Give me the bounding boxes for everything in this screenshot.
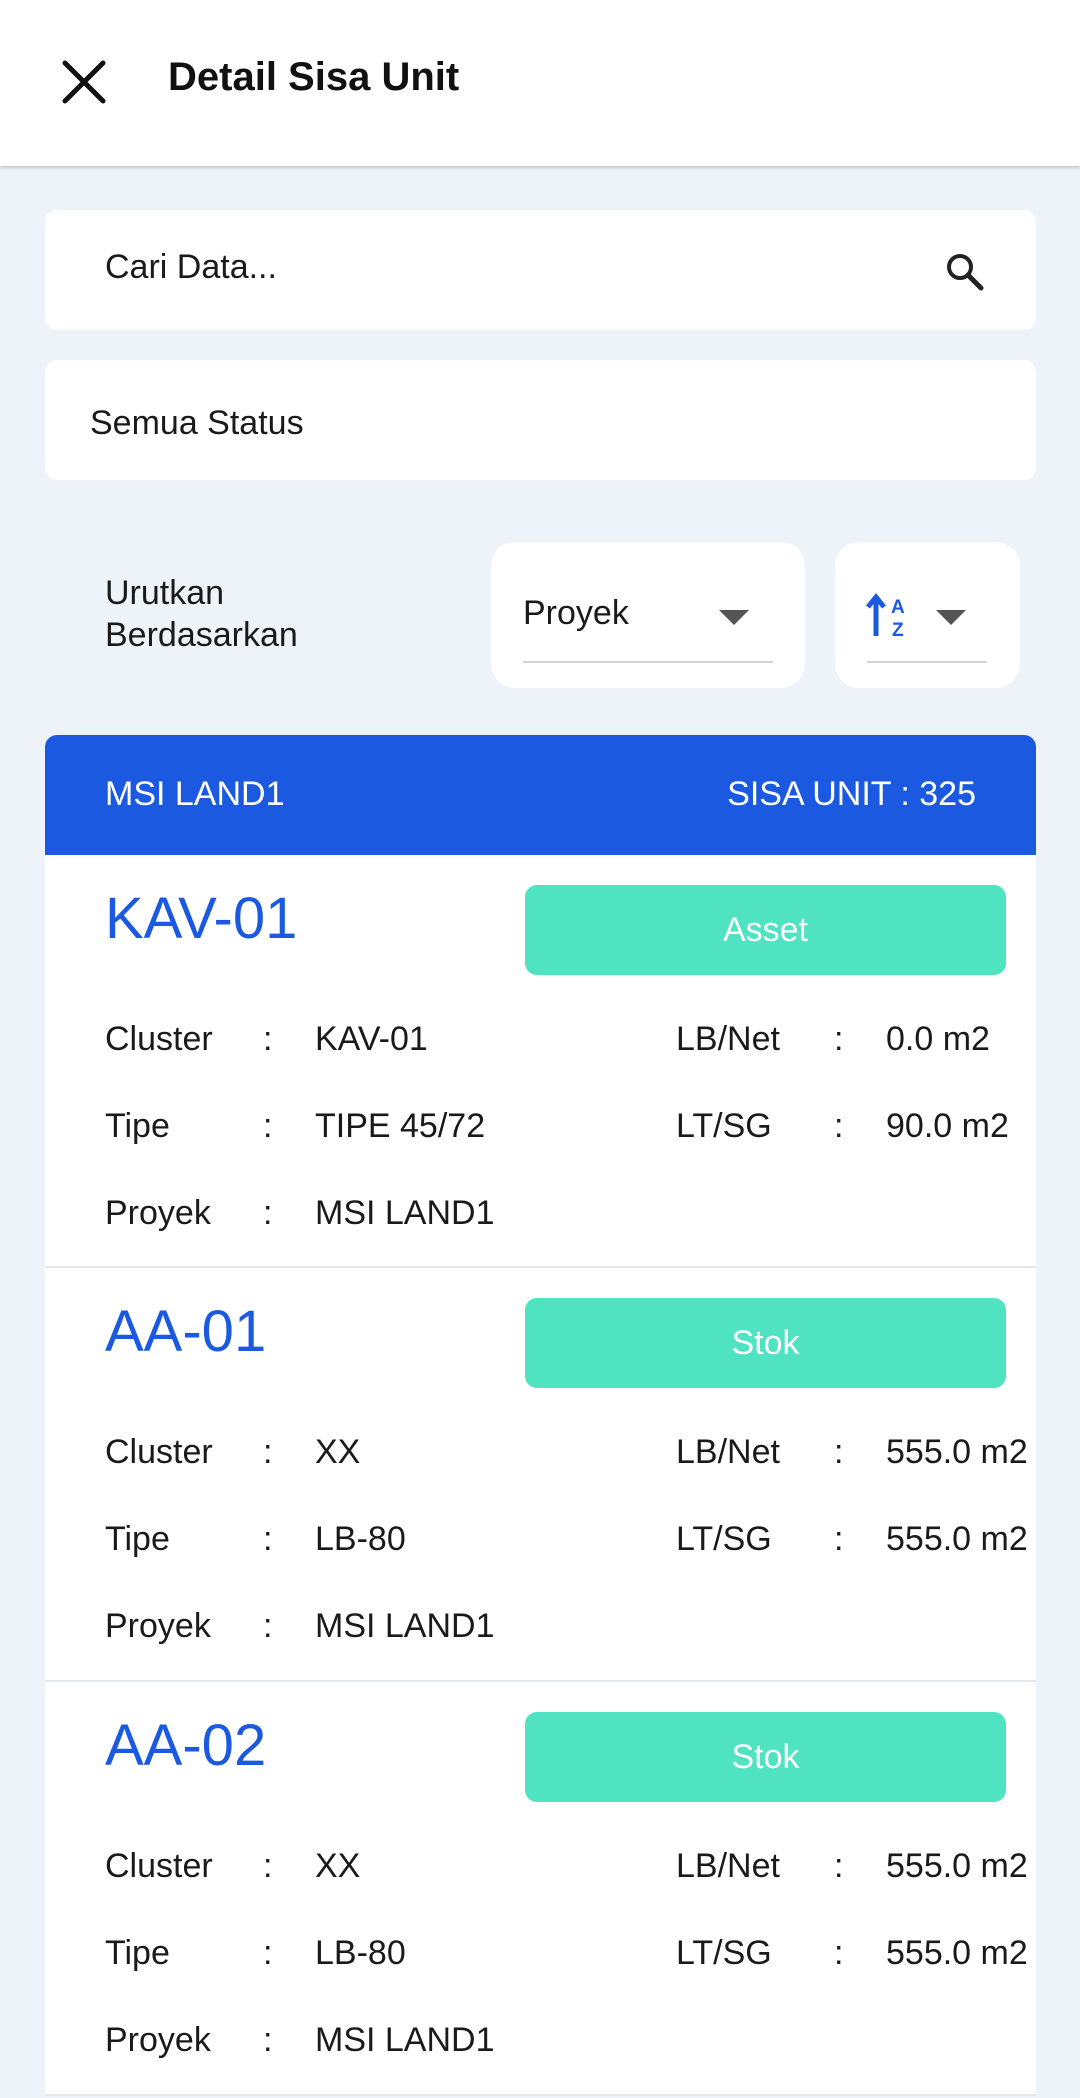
sort-order-dropdown[interactable]: A Z [835,542,1020,688]
cluster-label: Cluster [105,1020,213,1058]
cluster-value: XX [315,1433,361,1471]
sort-label-line1: Urutkan [105,574,225,612]
lb-net-value: 555.0 m2 [886,1847,1028,1885]
lb-net-value: 555.0 m2 [886,1433,1028,1471]
colon: : [834,1020,844,1058]
colon: : [834,1847,844,1885]
unit-code: AA-02 [105,1713,267,1778]
unit-code: KAV-01 [105,886,298,951]
chevron-down-icon [719,610,749,625]
tipe-label: Tipe [105,1934,170,1972]
sort-field-value: Proyek [523,594,629,632]
cluster-value: KAV-01 [315,1020,428,1058]
unit-card[interactable]: AA-01 Stok Cluster : XX LB/Net : 555.0 m… [45,1268,1036,1680]
svg-text:Z: Z [892,620,904,640]
lt-sg-label: LT/SG [676,1107,772,1145]
lt-sg-label: LT/SG [676,1934,772,1972]
colon: : [834,1433,844,1471]
search-placeholder: Cari Data... [105,248,277,286]
project-name: MSI LAND1 [105,775,285,813]
unit-status-badge[interactable]: Stok [525,1298,1006,1388]
unit-code: AA-01 [105,1299,267,1364]
cluster-value: XX [315,1847,361,1885]
status-filter[interactable]: Semua Status [45,360,1036,480]
lb-net-label: LB/Net [676,1433,780,1471]
lt-sg-label: LT/SG [676,1520,772,1558]
colon: : [263,1607,273,1645]
unit-card[interactable]: KAV-01 Asset Cluster : KAV-01 LB/Net : 0… [45,855,1036,1267]
proyek-value: MSI LAND1 [315,2021,495,2059]
proyek-label: Proyek [105,1607,211,1645]
cluster-label: Cluster [105,1433,213,1471]
colon: : [263,1020,273,1058]
colon: : [263,1520,273,1558]
project-header: MSI LAND1 SISA UNIT : 325 [45,735,1036,855]
remaining-unit-count: SISA UNIT : 325 [727,775,976,813]
colon: : [834,1107,844,1145]
lb-net-label: LB/Net [676,1020,780,1058]
search-icon[interactable] [943,250,987,294]
tipe-label: Tipe [105,1520,170,1558]
colon: : [834,1934,844,1972]
app-bar: Detail Sisa Unit [0,0,1080,166]
unit-status-badge[interactable]: Asset [525,885,1006,975]
proyek-value: MSI LAND1 [315,1607,495,1645]
svg-text:A: A [891,597,905,618]
sort-field-underline [523,661,773,663]
cluster-label: Cluster [105,1847,213,1885]
page-title: Detail Sisa Unit [168,55,460,99]
tipe-value: LB-80 [315,1520,406,1558]
proyek-label: Proyek [105,2021,211,2059]
sort-alpha-ascending-icon: A Z [866,592,905,640]
sort-order-underline [867,661,987,663]
colon: : [263,1194,273,1232]
unit-status-badge[interactable]: Stok [525,1712,1006,1802]
tipe-label: Tipe [105,1107,170,1145]
colon: : [263,1433,273,1471]
search-input[interactable]: Cari Data... [45,210,1036,330]
tipe-value: TIPE 45/72 [315,1107,486,1145]
lb-net-label: LB/Net [676,1847,780,1885]
colon: : [263,2021,273,2059]
divider [45,2094,1036,2096]
colon: : [263,1934,273,1972]
lt-sg-value: 555.0 m2 [886,1520,1028,1558]
sort-label-line2: Berdasarkan [105,616,298,654]
close-icon[interactable] [61,59,107,105]
colon: : [834,1520,844,1558]
proyek-label: Proyek [105,1194,211,1232]
tipe-value: LB-80 [315,1934,406,1972]
chevron-down-icon [936,610,966,625]
proyek-value: MSI LAND1 [315,1194,495,1232]
lt-sg-value: 90.0 m2 [886,1107,1009,1145]
sort-field-dropdown[interactable]: Proyek [491,542,805,688]
unit-card[interactable]: AA-02 Stok Cluster : XX LB/Net : 555.0 m… [45,1682,1036,2094]
lt-sg-value: 555.0 m2 [886,1934,1028,1972]
lb-net-value: 0.0 m2 [886,1020,990,1058]
status-filter-value: Semua Status [90,404,304,442]
colon: : [263,1107,273,1145]
close-button[interactable] [54,52,114,112]
colon: : [263,1847,273,1885]
sort-label: Urutkan Berdasarkan [105,572,298,656]
